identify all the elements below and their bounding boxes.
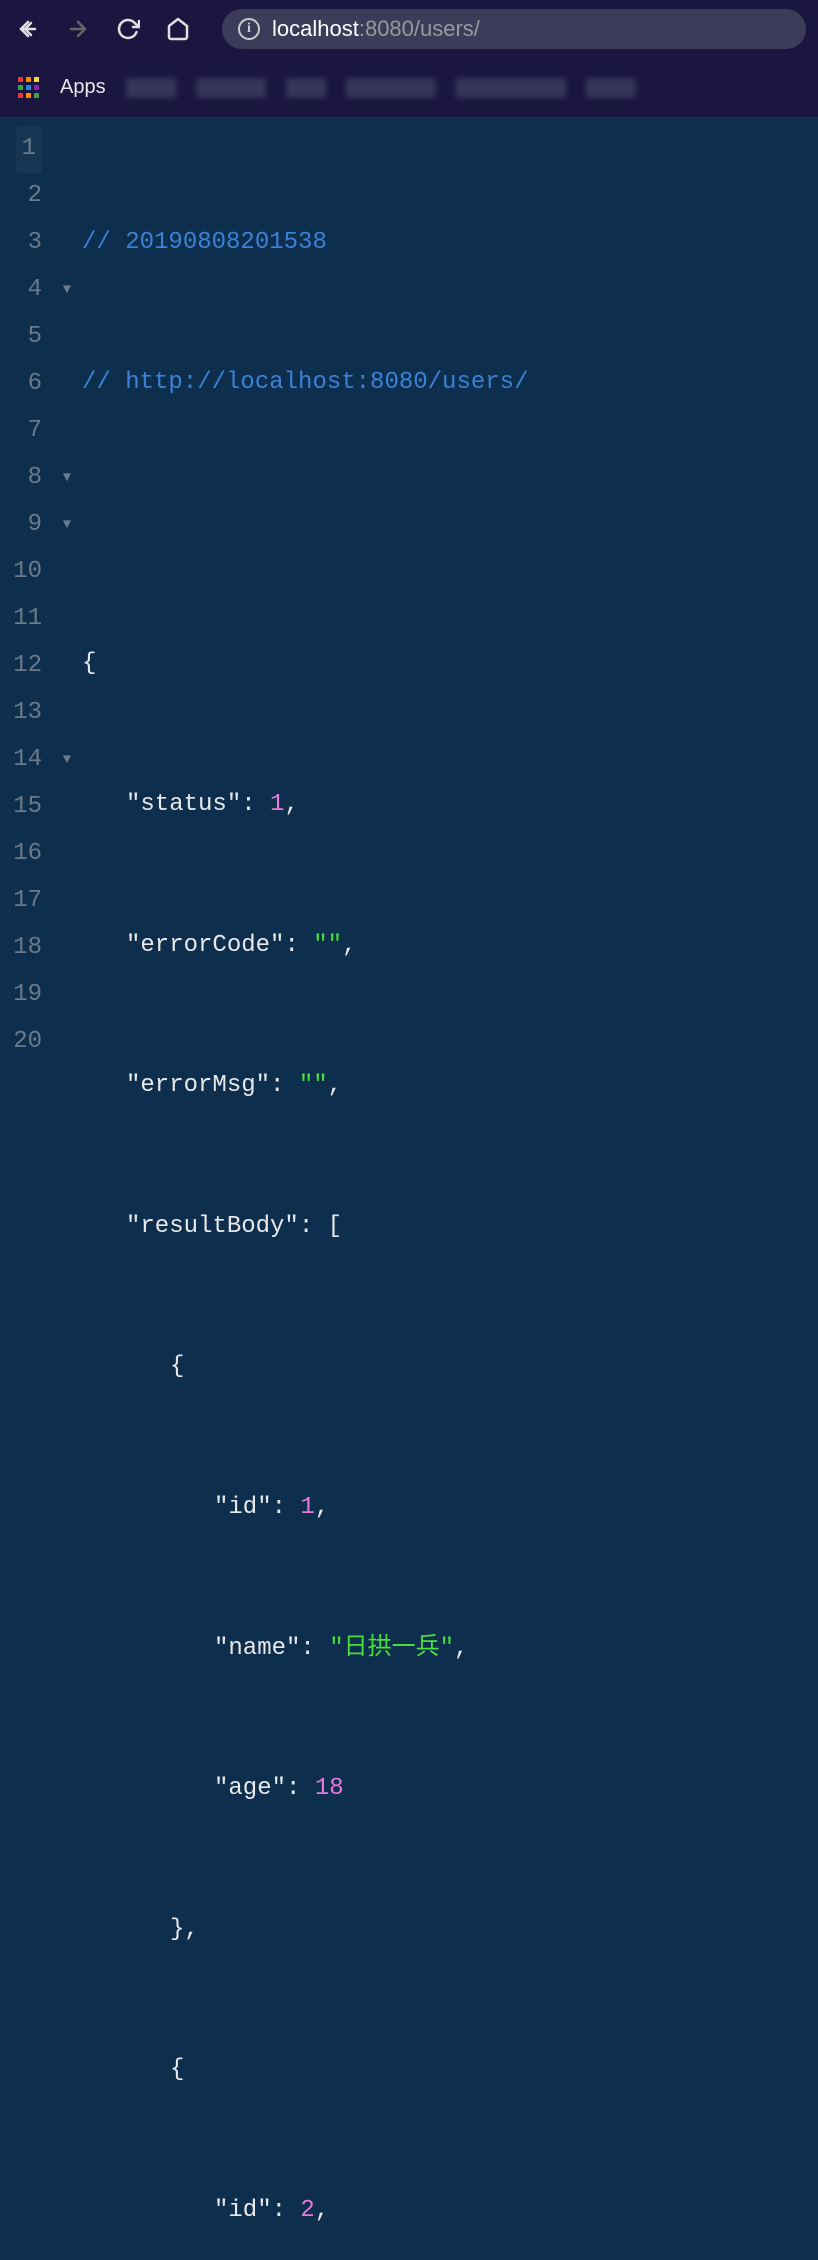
bookmark-item[interactable] (456, 78, 566, 98)
home-button[interactable] (162, 13, 194, 45)
line-number: 3 (0, 220, 42, 267)
line-number: 20 (0, 1019, 42, 1066)
line-number: 1 (0, 126, 42, 173)
line-number: 16 (0, 831, 42, 878)
fold-toggle-icon[interactable]: ▼ (52, 737, 82, 784)
line-number: 9 (0, 502, 42, 549)
line-number: 4 (0, 267, 42, 314)
line-number: 17 (0, 878, 42, 925)
line-number: 2 (0, 173, 42, 220)
bookmark-item[interactable] (586, 78, 636, 98)
apps-label[interactable]: Apps (60, 76, 106, 99)
line-number: 19 (0, 972, 42, 1019)
fold-toggle-icon[interactable]: ▼ (52, 502, 82, 549)
url-path: :8080/users/ (359, 16, 480, 41)
line-number: 13 (0, 690, 42, 737)
forward-button[interactable] (62, 13, 94, 45)
line-number: 5 (0, 314, 42, 361)
info-icon[interactable]: i (238, 18, 260, 40)
bookmark-item[interactable] (346, 78, 436, 98)
apps-icon[interactable] (18, 77, 40, 99)
url-text: localhost:8080/users/ (272, 16, 480, 42)
code-viewer: 1 2 3 4 5 6 7 8 9 10 11 12 13 14 15 16 1… (0, 118, 818, 2260)
line-number: 15 (0, 784, 42, 831)
line-number: 6 (0, 361, 42, 408)
line-number: 7 (0, 408, 42, 455)
line-number: 10 (0, 549, 42, 596)
line-number: 14 (0, 737, 42, 784)
line-number: 11 (0, 596, 42, 643)
line-number-gutter: 1 2 3 4 5 6 7 8 9 10 11 12 13 14 15 16 1… (0, 118, 52, 2260)
bookmark-item[interactable] (286, 78, 326, 98)
address-bar[interactable]: i localhost:8080/users/ (222, 9, 806, 49)
back-button[interactable] (12, 13, 44, 45)
bookmarks-bar: Apps (0, 58, 818, 118)
bookmark-item[interactable] (196, 78, 266, 98)
reload-button[interactable] (112, 13, 144, 45)
bookmark-item[interactable] (126, 78, 176, 98)
fold-toggle-icon[interactable]: ▼ (52, 267, 82, 314)
line-number: 18 (0, 925, 42, 972)
code-comment: // http://localhost:8080/users/ (82, 369, 528, 396)
line-number: 12 (0, 643, 42, 690)
code-content[interactable]: // 20190808201538 // http://localhost:80… (82, 118, 818, 2260)
fold-gutter: ▼ ▼ ▼ ▼ (52, 118, 82, 2260)
url-host: localhost (272, 16, 359, 41)
line-number: 8 (0, 455, 42, 502)
fold-toggle-icon[interactable]: ▼ (52, 455, 82, 502)
browser-toolbar: i localhost:8080/users/ (0, 0, 818, 58)
code-comment: // 20190808201538 (82, 229, 327, 256)
